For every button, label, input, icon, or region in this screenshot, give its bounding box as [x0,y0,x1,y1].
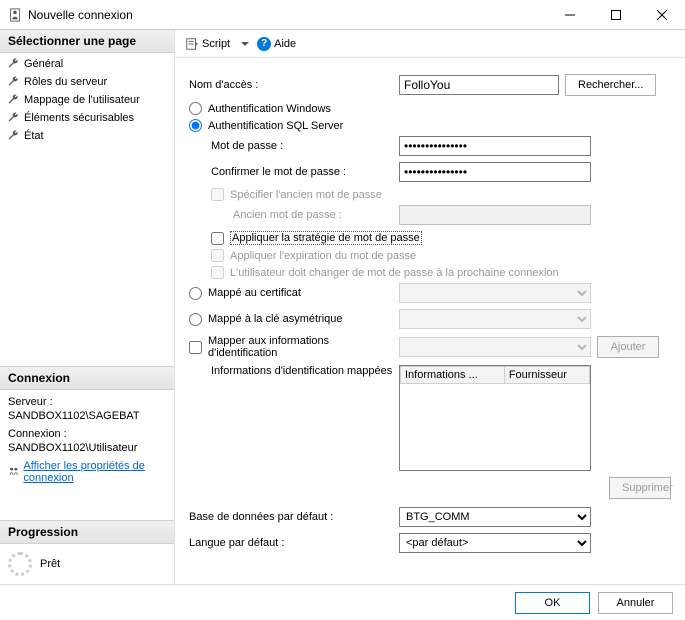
specify-old-password-checkbox [211,188,224,201]
search-button[interactable]: Rechercher... [565,74,656,96]
connection-label: Connexion : [8,428,166,440]
mapped-cert-label: Mappé au certificat [208,287,301,299]
select-page-header: Sélectionner une page [0,30,174,53]
sidebar-item-label: Éléments sécurisables [24,112,134,124]
toolbar: Script ? Aide [175,30,685,58]
sidebar-item-server-roles[interactable]: Rôles du serveur [0,73,174,91]
mapped-asym-label: Mappé à la clé asymétrique [208,313,343,325]
password-input[interactable] [399,136,591,156]
must-change-checkbox [211,266,224,279]
enforce-policy-checkbox[interactable] [211,232,224,245]
old-password-label: Ancien mot de passe : [189,209,399,221]
enforce-expiration-label: Appliquer l'expiration du mot de passe [230,250,416,262]
mapped-credentials-label: Informations d'identification mappées [189,365,399,377]
help-icon: ? [257,37,271,51]
confirm-password-label: Confirmer le mot de passe : [189,166,399,178]
default-lang-select[interactable]: <par défaut> [399,533,591,553]
progress-spinner-icon [8,552,32,576]
default-db-select[interactable]: BTG_COMM [399,507,591,527]
view-connection-properties-text: Afficher les propriétés de connexion [23,460,166,484]
add-button: Ajouter [597,336,659,358]
sidebar-item-label: Rôles du serveur [24,76,107,88]
mapped-credentials-table[interactable]: Informations ... Fournisseur [399,365,591,471]
help-button[interactable]: ? Aide [253,35,300,53]
map-credentials-checkbox[interactable] [189,341,202,354]
auth-windows-label: Authentification Windows [208,103,331,115]
password-label: Mot de passe : [189,140,399,152]
auth-sql-radio[interactable] [189,119,202,132]
old-password-input [399,205,591,225]
cancel-button[interactable]: Annuler [598,592,673,614]
wrench-icon [6,129,20,143]
properties-icon [8,465,19,479]
sidebar-item-label: État [24,130,44,142]
login-name-input[interactable] [399,75,559,95]
map-credentials-select [399,337,591,357]
server-label: Serveur : [8,396,166,408]
titlebar: Nouvelle connexion [0,0,685,30]
maximize-button[interactable] [593,0,639,30]
server-value: SANDBOX1102\SAGEBAT [8,410,166,422]
footer: OK Annuler [0,584,685,620]
table-col-provider[interactable]: Fournisseur [504,367,589,384]
sidebar: Sélectionner une page Général Rôles du s… [0,30,175,584]
window-title: Nouvelle connexion [28,8,547,22]
mapped-cert-radio[interactable] [189,287,202,300]
connection-header: Connexion [0,366,174,390]
sidebar-item-general[interactable]: Général [0,55,174,73]
specify-old-password-label: Spécifier l'ancien mot de passe [230,189,382,201]
wrench-icon [6,111,20,125]
wrench-icon [6,57,20,71]
default-db-label: Base de données par défaut : [189,511,399,523]
sidebar-item-label: Général [24,58,63,70]
script-label: Script [202,38,230,50]
ok-button[interactable]: OK [515,592,590,614]
view-connection-properties-link[interactable]: Afficher les propriétés de connexion [8,460,166,484]
mapped-asym-select [399,309,591,329]
enforce-policy-label: Appliquer la stratégie de mot de passe [230,231,422,245]
auth-windows-radio[interactable] [189,102,202,115]
mapped-asym-radio[interactable] [189,313,202,326]
login-name-label: Nom d'accès : [189,79,399,91]
sidebar-item-status[interactable]: État [0,127,174,145]
auth-sql-label: Authentification SQL Server [208,120,343,132]
script-dropdown-icon[interactable] [241,42,249,46]
mapped-cert-select [399,283,591,303]
minimize-button[interactable] [547,0,593,30]
wrench-icon [6,93,20,107]
wrench-icon [6,75,20,89]
connection-value: SANDBOX1102\Utilisateur [8,442,166,454]
remove-button: Supprimer [609,477,671,499]
must-change-label: L'utilisateur doit changer de mot de pas… [230,267,559,279]
script-button[interactable]: Script [181,35,234,53]
sidebar-item-securables[interactable]: Éléments sécurisables [0,109,174,127]
sidebar-item-label: Mappage de l'utilisateur [24,94,140,106]
default-lang-label: Langue par défaut : [189,537,399,549]
progress-status: Prêt [40,558,60,570]
script-icon [185,37,199,51]
close-button[interactable] [639,0,685,30]
enforce-expiration-checkbox [211,249,224,262]
confirm-password-input[interactable] [399,162,591,182]
map-credentials-label: Mapper aux informations d'identification [208,335,399,359]
form: Nom d'accès : Rechercher... Authentifica… [175,58,685,584]
progress-header: Progression [0,520,174,544]
sidebar-item-user-mapping[interactable]: Mappage de l'utilisateur [0,91,174,109]
table-col-info[interactable]: Informations ... [401,367,505,384]
login-icon [8,8,22,22]
help-label: Aide [274,38,296,50]
